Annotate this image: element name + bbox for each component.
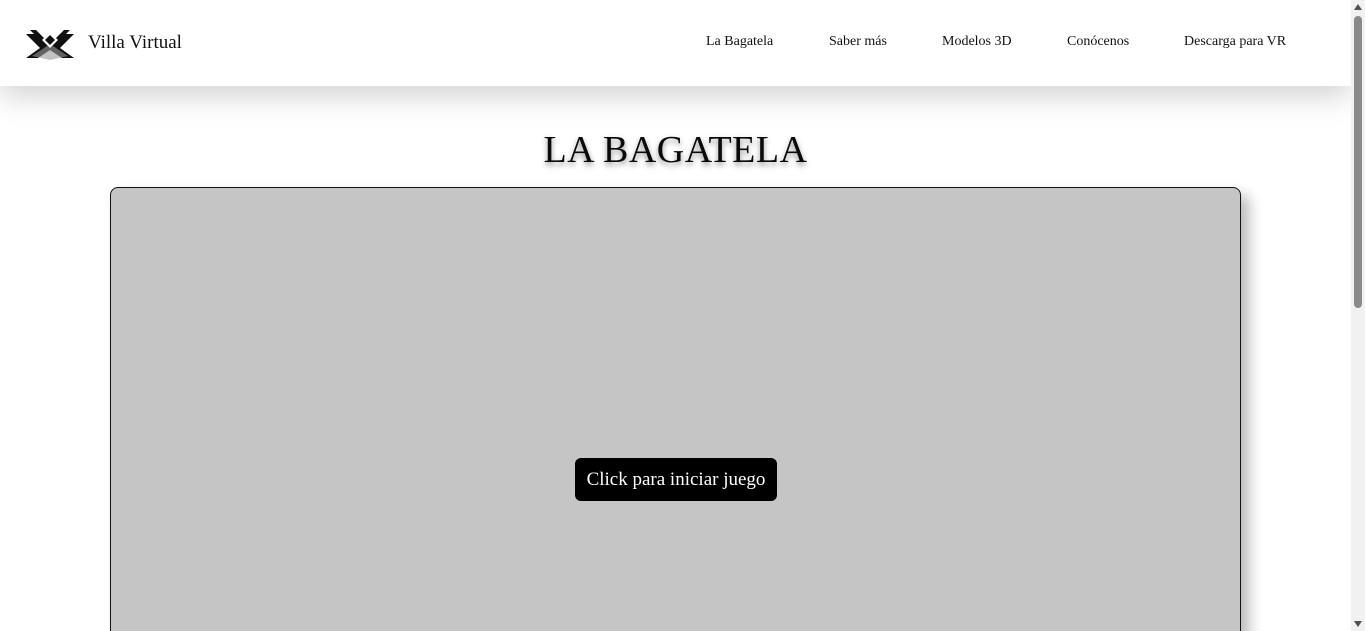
scroll-thumb[interactable] — [1354, 16, 1362, 308]
nav-conocenos[interactable]: Conócenos — [1067, 34, 1129, 50]
main-nav: La Bagatela Saber más Modelos 3D Conócen… — [0, 34, 1351, 54]
scroll-up-arrow-icon[interactable] — [1351, 0, 1365, 14]
nav-la-bagatela[interactable]: La Bagatela — [706, 34, 773, 50]
site-header: Villa Virtual La Bagatela Saber más Mode… — [0, 0, 1351, 86]
page-viewport: Villa Virtual La Bagatela Saber más Mode… — [0, 0, 1351, 631]
nav-modelos-3d[interactable]: Modelos 3D — [942, 34, 1012, 50]
page-title: LA BAGATELA — [543, 129, 808, 171]
scroll-down-arrow-icon[interactable] — [1351, 617, 1365, 631]
nav-descarga-vr[interactable]: Descarga para VR — [1184, 34, 1286, 50]
start-game-button[interactable]: Click para iniciar juego — [575, 458, 777, 501]
nav-saber-mas[interactable]: Saber más — [829, 34, 887, 50]
vertical-scrollbar[interactable] — [1351, 0, 1365, 631]
game-frame[interactable]: Click para iniciar juego — [110, 187, 1241, 631]
